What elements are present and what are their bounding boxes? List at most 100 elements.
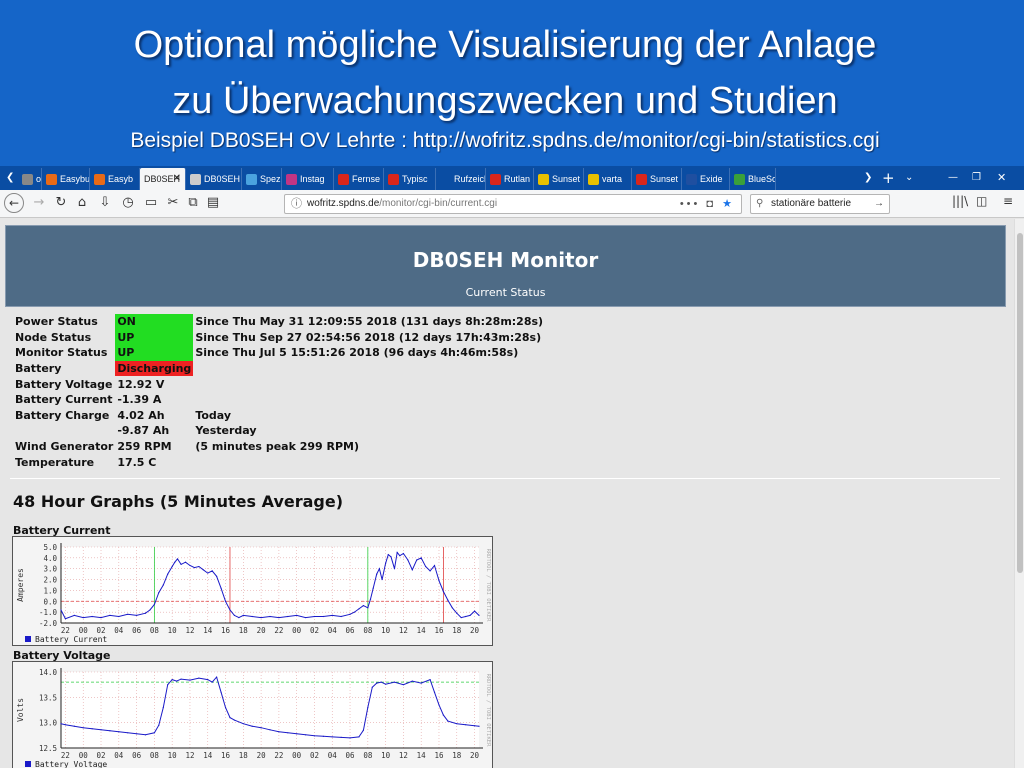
tab-6[interactable]: Instag <box>282 168 334 190</box>
x-tick-label: 12 <box>185 626 194 635</box>
data-point <box>378 568 380 570</box>
data-point <box>184 561 187 563</box>
menu-icon[interactable]: ≡ <box>1003 194 1013 208</box>
tab-4[interactable]: DB0SEH St <box>186 168 242 190</box>
url-bar[interactable]: ⓘ wofritz.spdns.de/monitor/cgi-bin/curre… <box>284 194 742 214</box>
status-table: Power Status ON Since Thu May 31 12:09:55 … <box>13 314 545 470</box>
status-note <box>193 361 545 377</box>
data-point <box>127 613 129 615</box>
sidebar-icon[interactable]: ◫ <box>976 194 987 208</box>
url-host: wofritz.spdns.de <box>307 198 380 209</box>
search-go-icon[interactable]: → <box>874 195 884 213</box>
data-point <box>174 561 176 563</box>
tab-favicon-icon <box>490 174 501 186</box>
data-point <box>349 737 351 739</box>
site-info-icon[interactable]: ⓘ <box>291 195 302 213</box>
copy-icon[interactable]: ⧉ <box>184 194 202 212</box>
search-bar[interactable]: ⚲ stationäre batterie → <box>750 194 890 214</box>
data-point <box>242 614 244 616</box>
tab-scroll-left-icon[interactable]: ❮ <box>6 168 14 188</box>
legend-swatch <box>25 761 31 767</box>
data-point <box>416 559 418 561</box>
history-icon[interactable]: ◷ <box>119 194 137 212</box>
tab-7[interactable]: Fernse <box>334 168 384 190</box>
reload-icon[interactable]: ↻ <box>52 194 70 212</box>
page-actions-icon[interactable]: ••• ◘ ★ <box>680 195 735 213</box>
x-tick-label: 04 <box>114 751 124 760</box>
data-point <box>211 570 213 572</box>
tab-close-icon[interactable]: ✕ <box>173 168 181 190</box>
data-point <box>420 682 422 684</box>
x-tick-label: 18 <box>239 626 249 635</box>
new-tab-icon[interactable]: + <box>882 168 895 188</box>
data-point <box>381 578 383 581</box>
tab-11[interactable]: Sunset <box>534 168 584 190</box>
data-point <box>469 614 471 616</box>
status-value: 17.5 C <box>117 455 157 469</box>
folder-icon[interactable]: ▭ <box>142 194 160 212</box>
data-point <box>158 592 160 594</box>
tab-3[interactable]: DB0SEH ✕ <box>140 168 186 190</box>
url-path: /monitor/cgi-bin/current.cgi <box>379 198 498 209</box>
tab-10[interactable]: Rutlan <box>486 168 534 190</box>
x-tick-label: 18 <box>239 751 249 760</box>
tab-favicon-icon <box>94 174 105 186</box>
tab-9[interactable]: Rufzeichen <box>436 168 486 190</box>
tab-label: Sunset <box>552 174 581 184</box>
forward-button[interactable]: → <box>30 194 48 212</box>
tab-8[interactable]: Typisc <box>384 168 436 190</box>
status-note <box>193 454 545 470</box>
data-point <box>349 613 351 615</box>
data-point <box>304 734 307 736</box>
status-note: Today <box>195 408 232 422</box>
cut-icon[interactable]: ✂ <box>164 194 182 212</box>
status-note: Since Thu May 31 12:09:55 2018 (131 days… <box>195 315 544 329</box>
data-point <box>473 725 476 727</box>
data-point <box>451 607 453 609</box>
tab-scroll-right-icon[interactable]: ❯ <box>864 168 872 188</box>
minimize-icon[interactable]: — <box>948 168 958 188</box>
download-icon[interactable]: ⇩ <box>96 194 114 212</box>
x-tick-label: 00 <box>79 626 89 635</box>
tab-0[interactable]: osch <box>18 168 42 190</box>
x-tick-label: 04 <box>328 626 338 635</box>
paste-icon[interactable]: ▤ <box>204 194 222 212</box>
data-point <box>331 614 333 616</box>
data-point <box>202 569 204 571</box>
home-icon[interactable]: ⌂ <box>73 194 91 212</box>
restore-icon[interactable]: ❐ <box>972 168 981 188</box>
tab-2[interactable]: Easyb <box>90 168 140 190</box>
bookmark-star-icon[interactable]: ★ <box>722 198 735 210</box>
tab-5[interactable]: Spezi <box>242 168 282 190</box>
tab-favicon-icon <box>22 174 33 186</box>
tab-label: Rufzeichen <box>454 174 485 184</box>
window-close-icon[interactable]: ✕ <box>997 168 1006 188</box>
tab-12[interactable]: varta <box>584 168 632 190</box>
tab-13[interactable]: Sunset <box>632 168 682 190</box>
tab-1[interactable]: Easybu <box>42 168 90 190</box>
tab-15[interactable]: BlueSo <box>730 168 776 190</box>
tab-favicon-icon <box>190 174 201 186</box>
tab-list-chevron-icon[interactable]: ⌄ <box>905 168 913 188</box>
monitor-header: DB0SEH Monitor Current Status <box>5 225 1006 307</box>
scrollbar-thumb[interactable] <box>1017 233 1023 573</box>
data-point <box>211 681 213 683</box>
library-icon[interactable]: |||\ <box>952 194 968 208</box>
tab-14[interactable]: Exide <box>682 168 730 190</box>
data-point <box>369 598 372 600</box>
data-point <box>447 599 449 601</box>
data-point <box>376 682 378 684</box>
data-point <box>118 731 120 733</box>
status-key: Monitor Status <box>15 346 108 360</box>
scrollbar[interactable] <box>1014 219 1024 768</box>
data-point <box>387 554 389 556</box>
tab-favicon-icon <box>46 174 57 186</box>
data-point <box>287 732 289 734</box>
battery-voltage-graph: 14.0 13.5 13.0 12.5 22 00 02 04 06 08 10 12 14 16 18 20… <box>12 661 493 768</box>
divider <box>10 478 1000 479</box>
data-point <box>198 565 200 568</box>
tab-label: DB0SEH St <box>204 174 241 184</box>
monitor-title: DB0SEH Monitor <box>412 248 599 272</box>
data-point <box>60 609 62 611</box>
back-button[interactable]: ← <box>4 193 24 213</box>
